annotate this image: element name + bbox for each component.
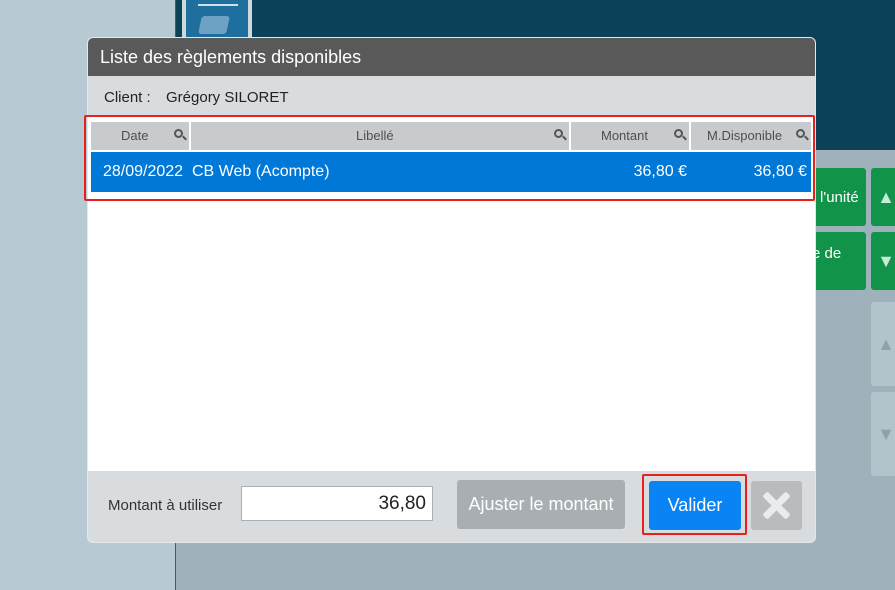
ticket-icon: [198, 16, 230, 34]
background-arrow-up-button[interactable]: ▲: [871, 168, 895, 226]
background-arrow-down-button[interactable]: ▼: [871, 232, 895, 290]
payments-dialog: Liste des règlements disponibles Client …: [88, 38, 815, 542]
arrow-down-icon: ▼: [877, 423, 895, 444]
close-button[interactable]: [751, 481, 802, 530]
tab-indicator: [198, 4, 238, 6]
background-scroll-down-button[interactable]: ▼: [871, 392, 895, 476]
highlight-validate-button: [642, 474, 747, 535]
highlight-grid-row: [84, 115, 815, 201]
dialog-title: Liste des règlements disponibles: [88, 38, 815, 76]
background-scroll-up-button[interactable]: ▲: [871, 302, 895, 386]
client-label: Client :: [104, 89, 151, 106]
amount-input[interactable]: [241, 486, 433, 521]
client-name: Grégory SILORET: [166, 89, 289, 106]
amount-label: Montant à utiliser: [108, 497, 223, 514]
client-bar: Client : Grégory SILORET: [88, 76, 815, 116]
adjust-amount-button[interactable]: Ajuster le montant: [457, 480, 625, 529]
arrow-up-icon: ▲: [877, 333, 895, 354]
arrow-up-icon: ▲: [877, 186, 895, 207]
arrow-down-icon: ▼: [877, 250, 895, 271]
